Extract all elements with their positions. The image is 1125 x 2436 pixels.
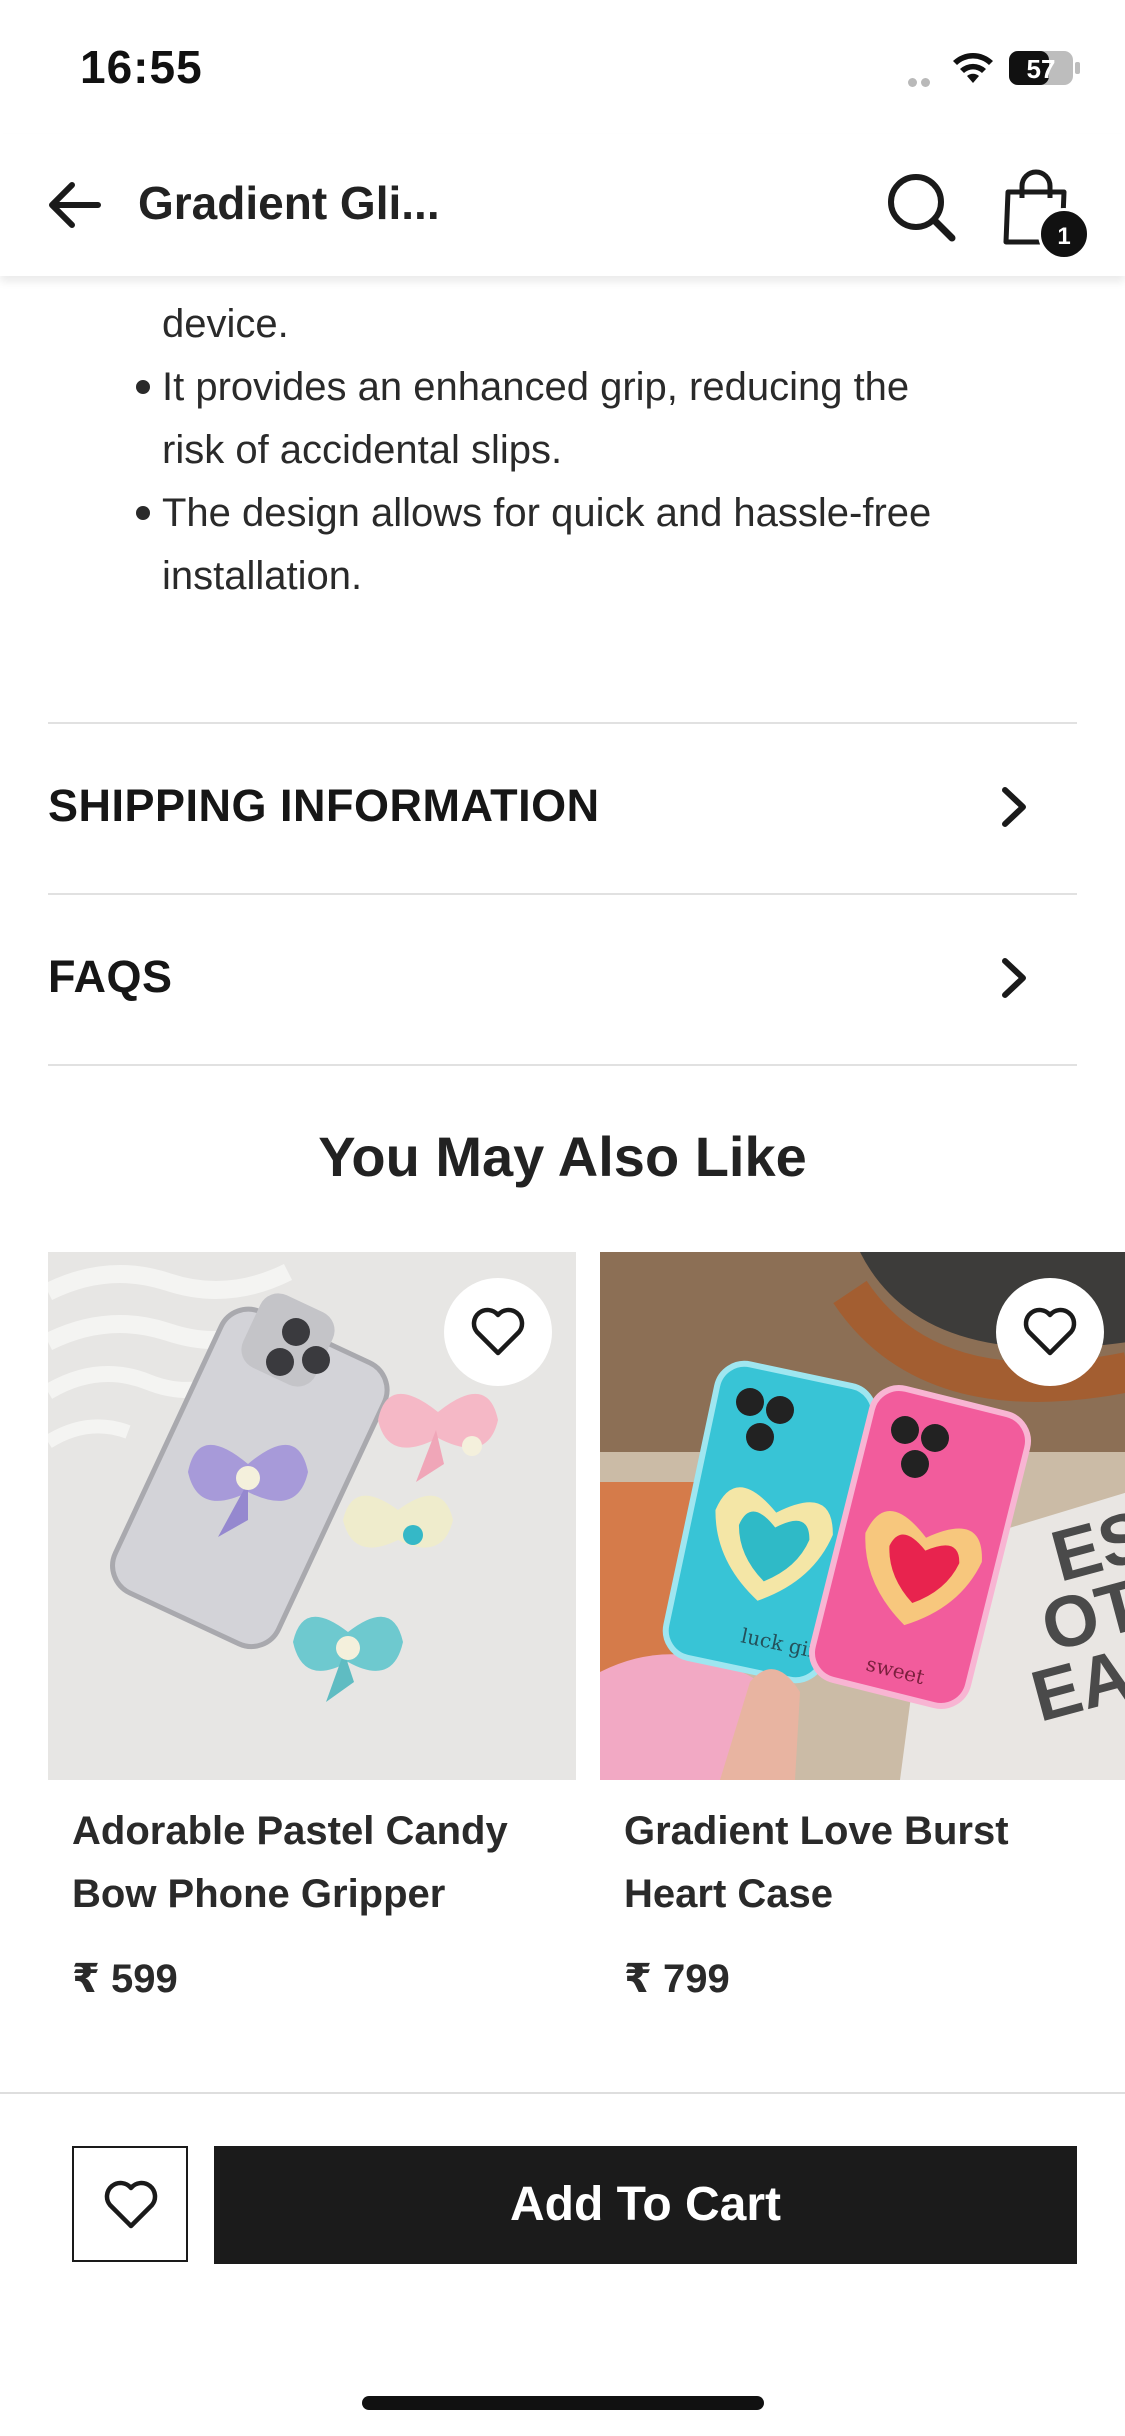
product-card[interactable]: ESI OTE EAR luck girl sweet Gradient Lov… (600, 1252, 1125, 2012)
battery-level: 57 (1027, 54, 1056, 84)
signal-dots-icon (908, 74, 934, 92)
bullet-text: It provides an enhanced grip, reducing t… (162, 365, 910, 409)
bullet-dot (136, 380, 150, 394)
product-name[interactable]: Gradient Love Burst Heart Case (624, 1800, 1114, 1926)
faqs-row[interactable]: FAQS (48, 895, 1077, 1063)
section-title: You May Also Like (318, 1125, 807, 1188)
arrow-left-icon[interactable] (44, 174, 106, 236)
divider (48, 1064, 1077, 1066)
product-card[interactable]: Adorable Pastel Candy Bow Phone Gripper … (48, 1252, 576, 2012)
shipping-information-row[interactable]: SHIPPING INFORMATION (48, 724, 1077, 892)
cart-count-badge: 1 (1038, 208, 1090, 260)
battery-icon: 57 (1009, 51, 1080, 85)
product-price: ₹ 599 (72, 1957, 178, 2001)
heart-icon (471, 1307, 525, 1356)
app-header: Gradient Gli... 1 (0, 134, 1125, 276)
bullet-text: The design allows for quick and hassle-f… (162, 491, 932, 535)
status-bar: 16:55 57 (0, 0, 1125, 134)
home-indicator[interactable] (362, 2396, 764, 2410)
accordion-label: FAQS (48, 951, 173, 1002)
wifi-icon (953, 53, 993, 83)
bullet-text: device. (162, 302, 289, 346)
wishlist-button[interactable] (72, 2146, 188, 2262)
bottom-action-bar: Add To Cart (0, 2092, 1125, 2436)
wishlist-button[interactable] (996, 1278, 1104, 1386)
wishlist-button[interactable] (444, 1278, 552, 1386)
add-to-cart-button[interactable]: Add To Cart (214, 2146, 1077, 2264)
page-title: Gradient Gli... (138, 177, 440, 229)
product-detail-page: 16:55 57 Gradient Gli... 1 device. It pr… (0, 0, 1125, 2436)
chevron-right-icon (1002, 958, 1026, 998)
heart-icon (1023, 1307, 1077, 1356)
product-price: ₹ 799 (624, 1957, 730, 2001)
search-icon[interactable] (884, 170, 958, 244)
chevron-right-icon (1002, 787, 1026, 827)
bullet-text: risk of accidental slips. (162, 428, 563, 472)
heart-icon (104, 2180, 158, 2229)
product-name[interactable]: Adorable Pastel Candy Bow Phone Gripper (72, 1800, 562, 1926)
bullet-dot (136, 506, 150, 520)
bullet-text: installation. (162, 554, 363, 598)
status-time: 16:55 (80, 41, 203, 93)
accordion-label: SHIPPING INFORMATION (48, 780, 600, 831)
